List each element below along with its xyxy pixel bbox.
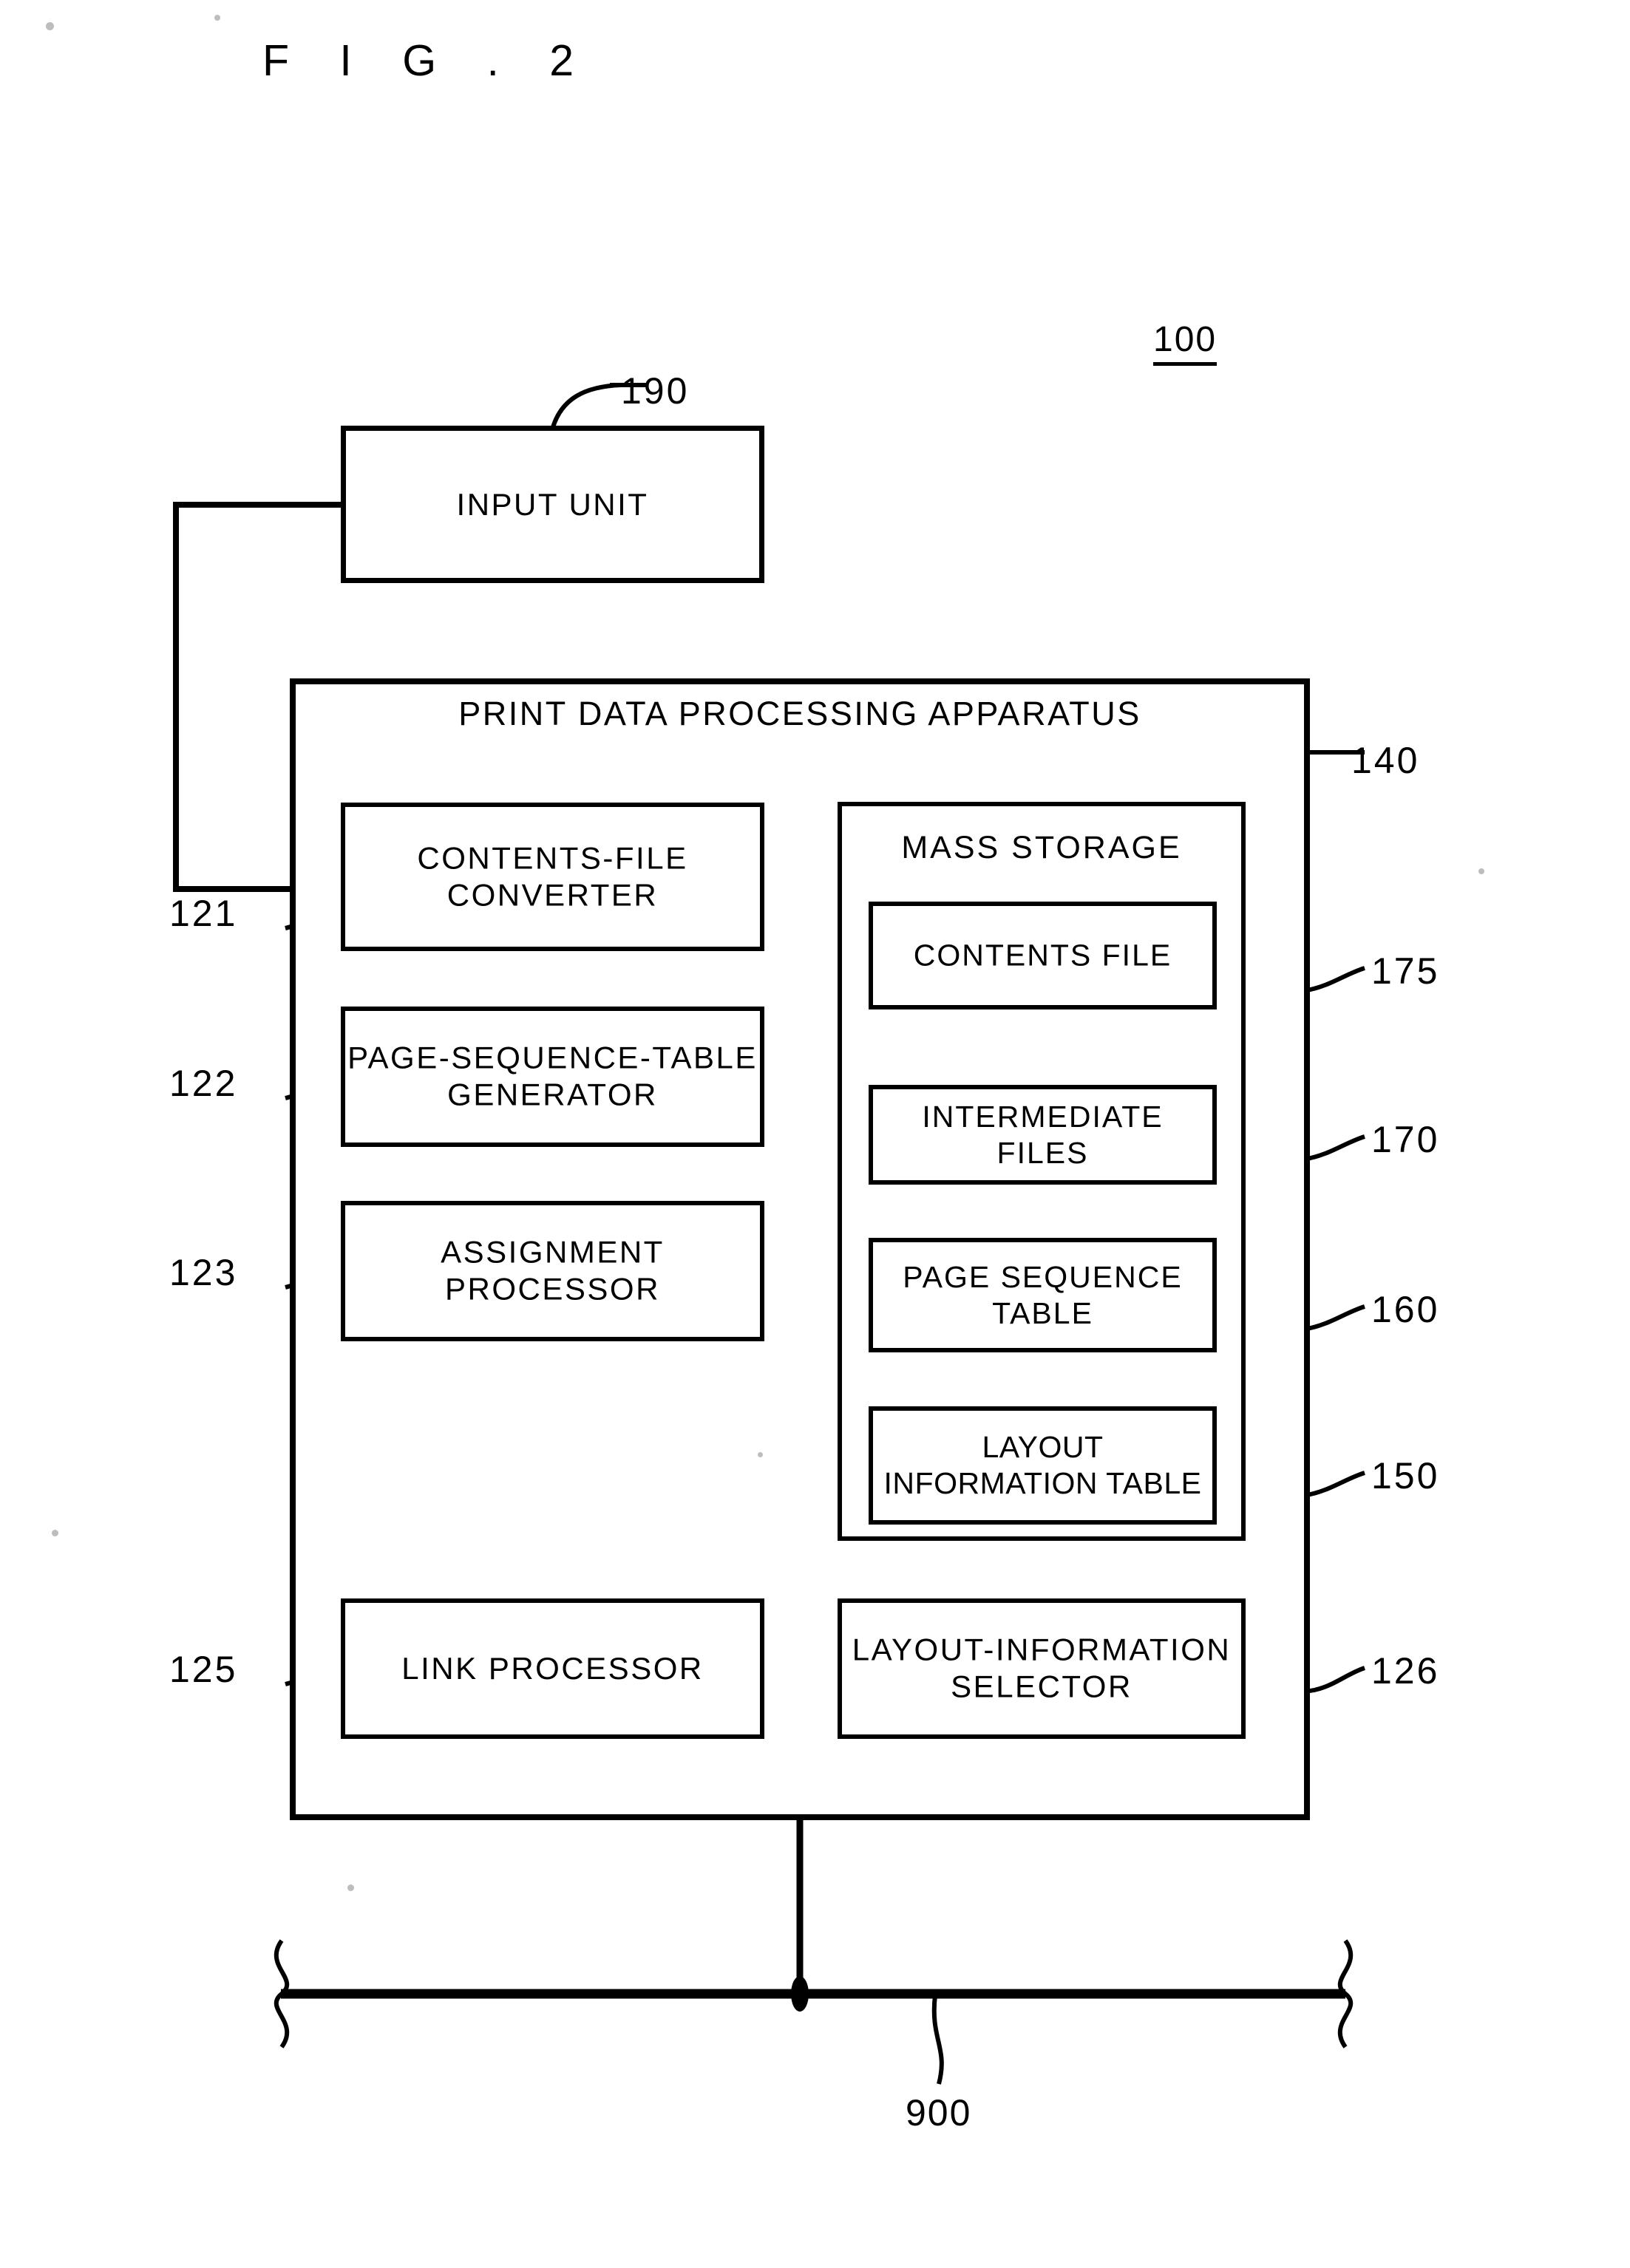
mass-storage-title: MASS STORAGE bbox=[901, 830, 1182, 865]
page-sequence-table-generator-box[interactable]: PAGE-SEQUENCE-TABLE GENERATOR bbox=[341, 1007, 764, 1147]
bus-break-left-icon bbox=[274, 1939, 290, 2049]
scan-speck bbox=[347, 1884, 354, 1891]
assignment-processor-box[interactable]: ASSIGNMENT PROCESSOR bbox=[341, 1201, 764, 1341]
ref-label-125: 125 bbox=[169, 1649, 238, 1690]
ref-label-190: 190 bbox=[621, 370, 690, 412]
scan-speck bbox=[52, 1530, 58, 1536]
page-sequence-table-box[interactable]: PAGE SEQUENCE TABLE bbox=[869, 1238, 1217, 1352]
ref-label-126: 126 bbox=[1371, 1650, 1440, 1692]
contents-file-converter-label: CONTENTS-FILE CONVERTER bbox=[417, 840, 688, 913]
ref-label-100: 100 bbox=[1153, 319, 1218, 366]
ref-label-150: 150 bbox=[1371, 1455, 1440, 1496]
ref-label-122: 122 bbox=[169, 1063, 238, 1104]
ref-label-175: 175 bbox=[1371, 950, 1440, 992]
layout-information-table-label: LAYOUT INFORMATION TABLE bbox=[883, 1429, 1202, 1500]
link-processor-box[interactable]: LINK PROCESSOR bbox=[341, 1598, 764, 1739]
scan-speck bbox=[46, 22, 54, 30]
scan-speck bbox=[1478, 868, 1484, 874]
contents-file-box[interactable]: CONTENTS FILE bbox=[869, 902, 1217, 1009]
leader-900 bbox=[931, 1995, 944, 2085]
apparatus-title: PRINT DATA PROCESSING APPARATUS bbox=[458, 695, 1141, 732]
layout-information-selector-label: LAYOUT-INFORMATION SELECTOR bbox=[852, 1632, 1232, 1704]
ref-label-123: 123 bbox=[169, 1252, 238, 1293]
ref-label-900: 900 bbox=[906, 2092, 972, 2134]
figure-page: F I G . 2 100 INPUT UNIT 190 PRINT DATA … bbox=[0, 0, 1630, 2268]
ref-label-170: 170 bbox=[1371, 1119, 1440, 1160]
bus-junction-dot bbox=[791, 1976, 809, 2012]
assignment-processor-label: ASSIGNMENT PROCESSOR bbox=[441, 1234, 665, 1307]
link-processor-label: LINK PROCESSOR bbox=[401, 1650, 704, 1686]
scan-speck bbox=[214, 15, 220, 21]
intermediate-files-box[interactable]: INTERMEDIATE FILES bbox=[869, 1085, 1217, 1185]
layout-information-selector-box[interactable]: LAYOUT-INFORMATION SELECTOR bbox=[838, 1598, 1246, 1739]
layout-information-table-box[interactable]: LAYOUT INFORMATION TABLE bbox=[869, 1406, 1217, 1525]
bus-break-right-icon bbox=[1337, 1939, 1354, 2049]
page-sequence-table-label: PAGE SEQUENCE TABLE bbox=[903, 1259, 1183, 1330]
intermediate-files-label: INTERMEDIATE FILES bbox=[922, 1099, 1164, 1170]
ref-label-140: 140 bbox=[1351, 740, 1420, 781]
contents-file-label: CONTENTS FILE bbox=[913, 938, 1172, 973]
figure-title: F I G . 2 bbox=[262, 36, 594, 85]
input-unit-box[interactable]: INPUT UNIT bbox=[341, 426, 764, 583]
leader-190 bbox=[551, 383, 622, 428]
ref-label-121: 121 bbox=[169, 893, 238, 934]
page-sequence-table-generator-label: PAGE-SEQUENCE-TABLE GENERATOR bbox=[347, 1040, 758, 1112]
ref-label-160: 160 bbox=[1371, 1289, 1440, 1330]
contents-file-converter-box[interactable]: CONTENTS-FILE CONVERTER bbox=[341, 803, 764, 951]
input-unit-label: INPUT UNIT bbox=[456, 486, 649, 522]
scan-speck bbox=[758, 1452, 763, 1457]
